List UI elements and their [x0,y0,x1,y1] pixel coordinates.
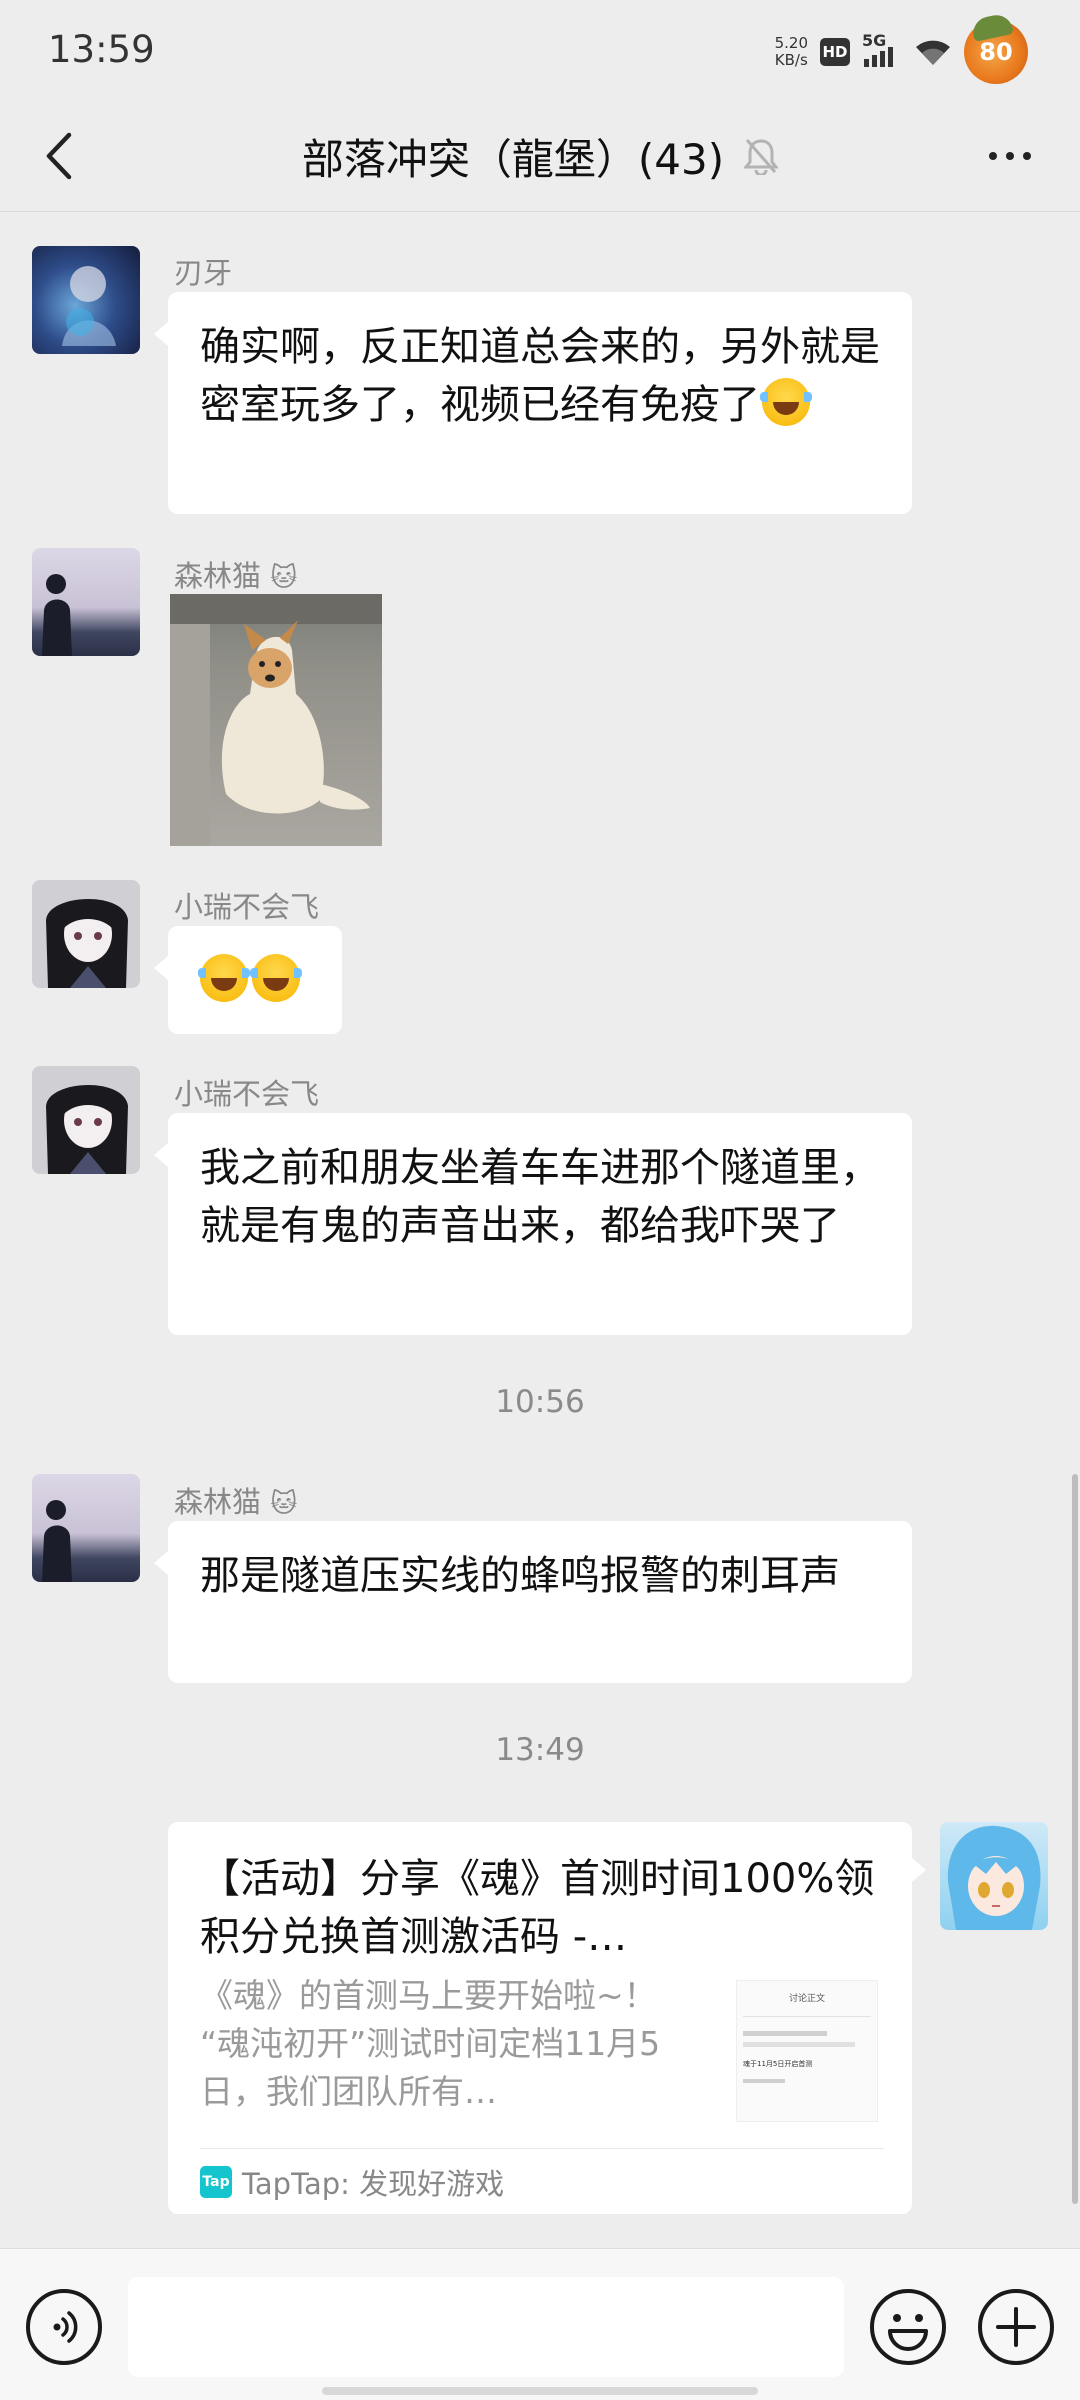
cat-emoji-icon: 🐱 [270,1489,298,1519]
signal-icon: 5G [862,31,902,67]
link-card-source: Tap TapTap: 发现好游戏 [200,2158,504,2206]
home-indicator[interactable] [322,2387,758,2395]
message-bubble[interactable]: 确实啊，反正知道总会来的，另外就是密室玩多了，视频已经有免疫了 [154,292,912,514]
avatar-art [46,898,128,988]
scrollbar[interactable] [1072,1474,1078,2204]
sender-name-text: 森林猫 [174,1485,262,1519]
thumbnail-heading: 讨论正文 [788,1994,825,2004]
taptap-logo-icon: Tap [200,2166,232,2198]
link-card-source-label: TapTap: 发现好游戏 [242,2167,505,2201]
dog-photo [170,594,382,846]
sender-name: 森林猫 🐱 [174,1479,297,1521]
emoji-button[interactable] [870,2289,946,2365]
network-speed-unit: KB/s [774,51,808,69]
message-text: 那是隧道压实线的蜂鸣报警的刺耳声 [200,1553,840,1599]
divider [200,2148,884,2149]
dot-icon [1023,152,1031,160]
laugh-tears-emoji-icon [198,954,250,1002]
avatar[interactable] [32,548,140,656]
timestamp: 10:56 [495,1384,585,1420]
sender-name: 小瑞不会飞 [174,1077,320,1111]
input-bar [0,2248,1080,2400]
message-text: 我之前和朋友坐着车车进那个隧道里，就是有鬼的声音出来，都给我吓哭了 [200,1145,880,1249]
status-icons: 5.20 KB/s HD 5G 80 [775,20,1028,84]
avatar[interactable] [32,1066,140,1174]
link-card-thumbnail: 讨论正文 魂于11月5日开启首测 [736,1980,878,2122]
network-speed: 5.20 KB/s [775,35,808,69]
chat-title[interactable]: 部落冲突（龍堡）(43) [302,126,724,187]
message-bubble[interactable]: 我之前和朋友坐着车车进那个隧道里，就是有鬼的声音出来，都给我吓哭了 [154,1113,912,1335]
dot-icon [989,152,997,160]
voice-icon [53,2311,78,2343]
sender-name: 森林猫 🐱 [174,553,297,595]
avatar-art [42,574,72,656]
message-input[interactable] [128,2277,844,2377]
more-button[interactable] [980,134,1040,178]
network-type-label: 5G [862,31,887,50]
link-card-title: 【活动】分享《魂》首测时间100%领积分兑换首测激活码 -… [200,1856,875,1960]
sender-name: 刃牙 [174,256,233,290]
status-bar: 13:59 5.20 KB/s HD 5G 80 [0,0,1080,100]
battery-level: 80 [979,38,1013,66]
avatar[interactable] [32,880,140,988]
avatar-art [62,266,116,346]
avatar[interactable] [32,246,140,354]
chat-header: 部落冲突（龍堡）(43) [0,100,1080,212]
laugh-tears-emoji-icon [250,954,302,1002]
avatar-art [42,1500,72,1582]
avatar[interactable] [32,1474,140,1582]
laugh-tears-emoji-icon [760,378,812,426]
voice-button[interactable] [26,2289,102,2365]
avatar-art [46,1084,128,1174]
thumbnail-caption: 魂于11月5日开启首测 [743,2060,813,2068]
message-bubble[interactable] [154,926,342,1034]
battery-icon: 80 [964,20,1028,84]
status-time: 13:59 [48,28,155,71]
avatar-art [947,1825,1041,1930]
timestamp: 13:49 [495,1732,585,1768]
network-speed-value: 5.20 [774,34,808,52]
wifi-icon [914,37,952,67]
link-card-description: 《魂》的首测马上要开始啦~！ “魂沌初开”测试时间定档11月5日，我们团队所有… [200,1976,661,2111]
image-message[interactable] [170,594,382,846]
my-avatar[interactable] [940,1822,1048,1930]
message-bubble[interactable]: 那是隧道压实线的蜂鸣报警的刺耳声 [154,1521,912,1683]
plus-button[interactable] [978,2289,1054,2365]
plus-icon [996,2307,1036,2347]
bell-off-icon [744,139,779,175]
title-group: 部落冲突（龍堡）(43) [0,100,1080,212]
smiley-icon [888,2314,928,2351]
hd-icon: HD [820,38,850,66]
dot-icon [1006,152,1014,160]
sender-name: 小瑞不会飞 [174,890,320,924]
cat-emoji-icon: 🐱 [270,563,298,593]
link-card[interactable]: 【活动】分享《魂》首测时间100%领积分兑换首测激活码 -… 《魂》的首测马上要… [168,1822,926,2214]
sender-name-text: 森林猫 [174,559,262,593]
